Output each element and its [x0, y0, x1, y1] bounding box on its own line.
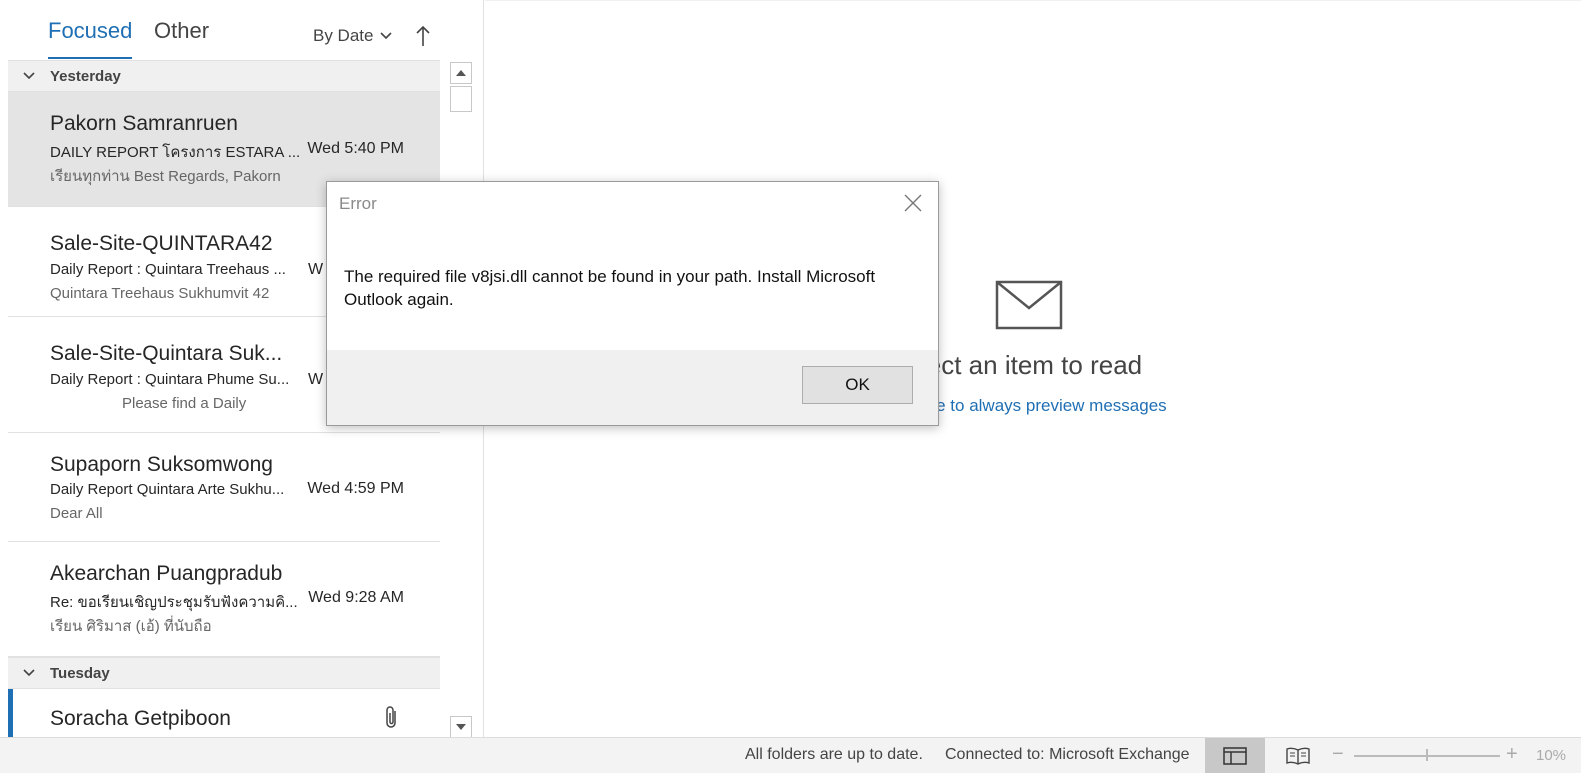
- paperclip-icon: [386, 706, 396, 728]
- message-subject: Re: ขอเรียนเชิญประชุมรับฟังความคิ...: [50, 594, 298, 611]
- close-icon[interactable]: [902, 192, 924, 214]
- message-time: W: [308, 371, 324, 388]
- message-subject: Daily Report : Quintara Phume Su...: [50, 371, 290, 388]
- group-header-yesterday[interactable]: Yesterday: [8, 60, 440, 92]
- group-header-tuesday[interactable]: Tuesday: [8, 657, 440, 689]
- tab-other[interactable]: Other: [154, 18, 209, 44]
- message-preview: Quintara Treehaus Sukhumvit 42: [50, 285, 270, 302]
- zoom-slider-thumb[interactable]: [1426, 749, 1428, 761]
- message-item[interactable]: Soracha Getpiboon: [8, 689, 440, 743]
- scroll-thumb[interactable]: [450, 86, 472, 112]
- status-bar-edge: [0, 738, 8, 773]
- chevron-down-icon: [23, 72, 35, 80]
- sort-by-label: By Date: [313, 26, 374, 45]
- message-sender: Akearchan Puangpradub: [50, 562, 283, 585]
- message-item[interactable]: Akearchan Puangpradub Re: ขอเรียนเชิญประ…: [8, 542, 440, 657]
- triangle-up-icon: [456, 70, 466, 76]
- message-preview: Please find a Daily: [122, 395, 247, 412]
- scroll-up-button[interactable]: [450, 62, 472, 84]
- reading-pane-title: lect an item to read: [921, 350, 1143, 380]
- envelope-icon: [995, 280, 1063, 330]
- dialog-title: Error: [339, 194, 377, 213]
- message-sender: Sale-Site-QUINTARA42: [50, 232, 273, 255]
- message-preview: เรียนทุกท่าน Best Regards, Pakorn: [50, 168, 281, 185]
- error-dialog: Error The required file v8jsi.dll cannot…: [326, 181, 939, 426]
- message-subject: DAILY REPORT โครงการ ESTARA ...: [50, 144, 301, 161]
- book-icon: [1286, 747, 1310, 765]
- triangle-down-icon: [456, 724, 466, 730]
- message-time: Wed 9:28 AM: [308, 589, 404, 606]
- message-sender: Supaporn Suksomwong: [50, 453, 273, 476]
- sync-status: All folders are up to date.: [745, 746, 923, 763]
- chevron-down-icon: [23, 669, 35, 677]
- message-time: Wed 5:40 PM: [307, 140, 404, 157]
- message-time: W: [308, 261, 324, 278]
- left-edge: [0, 0, 8, 743]
- reading-view-button[interactable]: [1278, 738, 1318, 773]
- message-sender: Pakorn Samranruen: [50, 112, 238, 135]
- preview-messages-link[interactable]: ere to always preview messages: [921, 396, 1167, 416]
- chevron-down-icon: [380, 32, 393, 40]
- dialog-footer: OK: [327, 350, 938, 425]
- dialog-message: The required file v8jsi.dll cannot be fo…: [344, 267, 876, 309]
- message-subject: Daily Report Quintara Arte Sukhu...: [50, 481, 285, 498]
- status-bar: All folders are up to date. Connected to…: [0, 737, 1581, 773]
- group-label: Tuesday: [50, 664, 110, 682]
- message-sender: Sale-Site-Quintara Suk...: [50, 342, 283, 365]
- group-label: Yesterday: [50, 67, 121, 85]
- connection-status: Connected to: Microsoft Exchange: [945, 746, 1190, 763]
- scroll-down-button[interactable]: [450, 716, 472, 738]
- normal-view-button[interactable]: [1205, 738, 1265, 773]
- message-time: Wed 4:59 PM: [307, 480, 404, 497]
- zoom-in-button[interactable]: +: [1506, 743, 1518, 766]
- zoom-level[interactable]: 10%: [1536, 747, 1566, 764]
- sort-direction-arrow-icon[interactable]: [414, 24, 432, 48]
- normal-view-icon: [1223, 747, 1247, 765]
- message-preview: Dear All: [50, 505, 103, 522]
- ok-button[interactable]: OK: [802, 366, 913, 404]
- tab-focused[interactable]: Focused: [48, 18, 133, 59]
- outlook-window: Focused Other By Date Yesterday Pakorn S…: [0, 0, 1581, 773]
- message-sender: Soracha Getpiboon: [50, 707, 231, 730]
- sort-by-dropdown[interactable]: By Date: [313, 26, 393, 46]
- message-subject: Daily Report : Quintara Treehaus ...: [50, 261, 286, 278]
- message-preview: เรียน ศิริมาส (เอ้) ที่นับถือ: [50, 618, 212, 635]
- message-item[interactable]: Supaporn Suksomwong Daily Report Quintar…: [8, 433, 440, 542]
- zoom-out-button[interactable]: −: [1332, 743, 1344, 766]
